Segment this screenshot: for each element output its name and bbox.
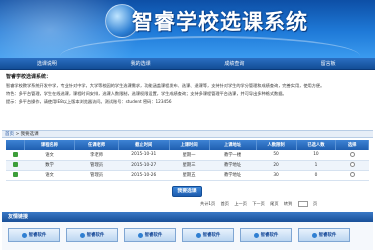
breadcrumb-home-link[interactable]: 首页 [5,132,14,137]
deadline: 2015-10-27 [118,160,170,171]
teacher-name: 管理员 [74,170,119,181]
teacher-name: 管理员 [74,160,119,171]
logo-icon [195,232,201,238]
friend-link-label: 智睿软件 [260,233,279,238]
friend-link[interactable]: 智睿软件 [8,228,60,242]
next-page-link[interactable]: 下一页 [252,201,265,206]
first-page-link[interactable]: 首页 [221,201,229,206]
column-header: 人数限制 [256,140,297,150]
friend-links: 智睿软件 智睿软件 智睿软件 智睿软件 智睿软件 智睿软件 [2,222,373,250]
column-header: 上课地址 [209,140,257,150]
friend-link[interactable]: 智睿软件 [124,228,176,242]
friend-link[interactable]: 智睿软件 [298,228,350,242]
class-time: 星期三 [169,160,209,171]
column-header [6,140,25,150]
prev-page-link[interactable]: 上一页 [234,201,247,206]
notice-panel: 智睿学校选课系统： 智睿学校教学系统开发中学，专业针对中学，大学等校园的学生选课… [2,73,373,129]
friend-link[interactable]: 智睿软件 [66,228,118,242]
column-header: 选择 [335,140,369,150]
logo-icon [79,232,85,238]
table-row: 数学 管理员 2015-10-27 星期三 教学地址 20 1 [6,160,369,171]
last-page-link[interactable]: 尾页 [270,201,278,206]
course-name: 语文 [24,170,75,181]
column-header: 上课时间 [169,140,210,150]
course-table: 课程名称 任课老师 截止时间 上课时间 上课地址 人数限制 已选人数 选择 语文… [6,140,369,181]
select-radio[interactable] [349,151,355,157]
select-radio[interactable] [349,162,355,167]
book-icon [12,151,18,157]
main-nav: 选课说明 我的选课 成绩查询 留言板 [0,58,375,70]
book-icon [12,172,18,177]
logo-icon [137,232,143,238]
friend-link-label: 智睿软件 [86,233,105,238]
class-place: 教学地址 [209,160,257,171]
goto-label: 转到 [283,201,293,206]
course-name: 语文 [24,150,75,161]
deadline: 2015-10-31 [118,150,170,161]
friend-link[interactable]: 智睿软件 [240,228,292,242]
row-icon-cell [6,160,25,171]
enroll-limit: 50 [256,150,296,161]
friend-link-label: 智睿软件 [202,233,221,238]
pagination: 共计1页 首页 上一页 下一页 尾页 转到 页 [200,200,373,208]
row-icon-cell [6,150,25,161]
select-cell [335,170,369,181]
nav-item-message-board[interactable]: 留言板 [281,58,375,69]
column-header: 已选人数 [296,140,337,150]
breadcrumb: 首页 > 我要选课 [2,130,373,138]
column-header: 截止时间 [118,140,170,150]
class-place: 教学地址 [209,170,257,181]
friend-link-label: 智睿软件 [144,233,163,238]
class-place: 教学一楼 [209,150,257,161]
enroll-limit: 20 [256,160,296,171]
friend-link-label: 智睿软件 [28,233,47,238]
select-cell [335,160,369,171]
header-banner: 智睿学校选课系统 [0,0,375,58]
friend-links-header: 友情链接 [2,212,373,222]
class-time: 星期五 [169,170,209,181]
teacher-name: 李老师 [74,150,119,161]
page-select[interactable] [297,201,308,207]
column-header: 课程名称 [24,140,76,150]
select-radio[interactable] [349,172,355,177]
friend-link-label: 智睿软件 [318,233,337,238]
row-icon-cell [6,170,25,181]
table-row: 语文 李老师 2015-10-31 星期一 教学一楼 50 10 [6,150,369,161]
nav-item-grades[interactable]: 成绩查询 [188,58,282,69]
friend-link[interactable]: 智睿软件 [182,228,234,242]
site-title: 智睿学校选课系统 [132,10,308,34]
logo-icon [21,232,27,238]
notice-title: 智睿学校选课系统： [6,74,52,80]
enrolled-count: 1 [296,160,336,171]
deadline: 2015-10-26 [118,170,170,181]
notice-text: 特色：多平台管理，学生在线选课，课程时间安排，选课人数限制，选课权限设置，学生成… [6,91,287,96]
select-cell [335,150,369,161]
nav-item-my-courses[interactable]: 我的选课 [94,58,188,69]
course-name: 数学 [24,160,75,171]
class-time: 星期一 [169,150,209,161]
page-unit-label: 页 [312,201,318,206]
enroll-limit: 30 [256,170,296,181]
column-header: 任课老师 [74,140,119,150]
book-icon [12,162,18,167]
select-course-button[interactable]: 我要选课 [172,186,202,197]
logo-icon [253,232,259,238]
enrolled-count: 10 [296,150,336,161]
notice-text: 智睿学校教学系统开发中学，专业针对中学，大学等校园的学生选课需求，功能涵盖课程发… [6,83,325,88]
page-total: 共计1页 [200,201,216,206]
breadcrumb-current: 我要选课 [20,132,39,137]
table-header-row: 课程名称 任课老师 截止时间 上课时间 上课地址 人数限制 已选人数 选择 [6,140,369,150]
nav-item-course-info[interactable]: 选课说明 [0,58,94,69]
table-row: 语文 管理员 2015-10-26 星期五 教学地址 30 0 [6,170,369,181]
notice-text: 提示：多平台操作，请使用IE8以上版本浏览器访问。测试账号：student 密码… [6,99,172,104]
logo-icon [311,232,317,238]
enrolled-count: 0 [296,170,336,181]
page: 智睿学校选课系统 选课说明 我的选课 成绩查询 留言板 智睿学校选课系统： 智睿… [0,0,375,250]
